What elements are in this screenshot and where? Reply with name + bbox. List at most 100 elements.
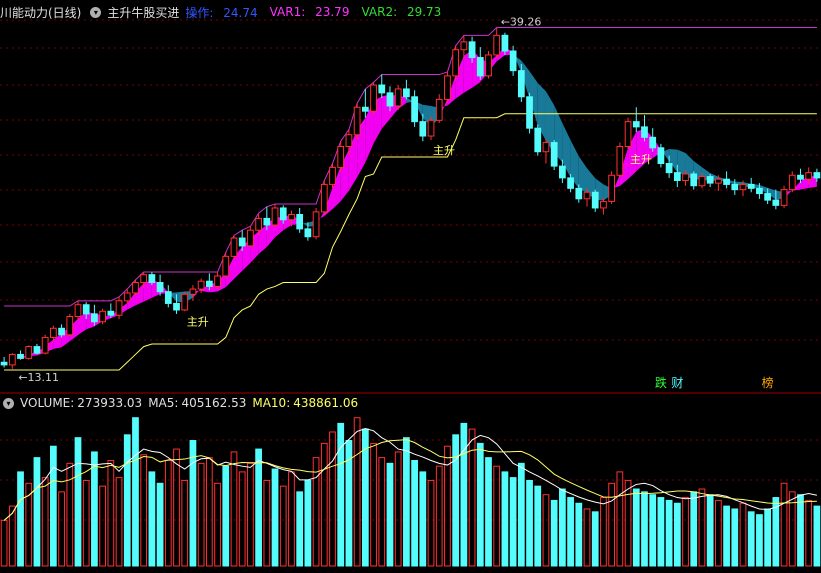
candle-body: [107, 310, 115, 316]
volume-bar: [304, 479, 312, 567]
candle-body: [682, 173, 689, 181]
volume-bar: [394, 451, 402, 567]
candle-body: [542, 142, 550, 153]
volume-bar: [427, 479, 435, 567]
candle-body: [394, 88, 402, 107]
candle-body: [649, 136, 657, 149]
candle-body: [805, 172, 813, 180]
volume-bar: [247, 462, 254, 567]
volume-bar: [140, 454, 148, 567]
volume-bar: [805, 499, 813, 567]
candle-body: [764, 193, 772, 201]
low-price-label: ←13.11: [18, 371, 59, 384]
volume-bar: [263, 479, 271, 567]
volume-bar: [58, 491, 65, 567]
candle-body: [460, 41, 468, 51]
candle-body: [337, 145, 345, 168]
candle-body: [255, 217, 262, 231]
candle-body: [205, 280, 213, 287]
volume-bar: [255, 448, 262, 567]
signal-label: 主升: [187, 315, 209, 328]
candle-body: [657, 147, 665, 164]
volume-bar: [550, 499, 558, 567]
trend-band: [4, 47, 817, 365]
volume-bar: [33, 457, 41, 567]
candle-body: [386, 92, 394, 107]
volume-bar: [731, 508, 739, 567]
candle-body: [575, 187, 583, 200]
volume-bar: [616, 471, 624, 567]
volume-bar: [485, 457, 492, 567]
volume-bar: [288, 471, 295, 567]
candle-body: [608, 174, 616, 202]
signal-label: 主升: [630, 153, 652, 166]
candle-body: [403, 88, 410, 98]
candle-body: [33, 346, 41, 354]
candle-body: [772, 199, 780, 206]
bottom-marker: 财: [671, 376, 683, 390]
candle-body: [378, 84, 386, 94]
candle-body: [320, 183, 328, 213]
candle-body: [813, 172, 821, 179]
volume-bar: [164, 459, 172, 567]
candle-body: [66, 316, 74, 336]
candle-body: [715, 178, 722, 184]
grid-lines: [0, 19, 821, 521]
candle-body: [517, 70, 525, 98]
candle-body: [780, 189, 788, 206]
candle-body: [567, 177, 574, 189]
volume-bar: [91, 451, 98, 567]
volume-bar: [0, 519, 8, 567]
volume-bar: [411, 459, 418, 567]
volume-bar: [690, 491, 698, 567]
volume-bar: [780, 482, 788, 567]
candle-body: [214, 275, 221, 287]
candlesticks: [0, 27, 821, 369]
candle-body: [25, 346, 33, 359]
volume-bar: [698, 488, 706, 567]
volume-bar: [460, 422, 468, 567]
candle-body: [41, 336, 49, 354]
candle-body: [485, 54, 492, 77]
candle-body: [444, 75, 451, 100]
candle-body: [345, 134, 353, 147]
candle-body: [189, 288, 197, 295]
candle-body: [99, 310, 106, 323]
volume-bar: [329, 431, 336, 567]
candle-body: [173, 302, 180, 311]
volume-bar: [813, 505, 821, 567]
candle-body: [583, 191, 591, 200]
volume-bar: [173, 448, 180, 567]
volume-bar: [649, 494, 657, 567]
candle-body: [600, 200, 607, 209]
candle-body: [534, 127, 542, 153]
volume-bar: [82, 479, 90, 567]
volume-bar: [403, 437, 410, 567]
volume-bar: [320, 442, 328, 567]
support-line: [4, 113, 817, 371]
candle-body: [665, 162, 673, 174]
candle-body: [8, 353, 16, 366]
stock-chart[interactable]: ←39.26←13.11主升主升主升跌财榜: [0, 0, 821, 573]
candle-body: [706, 176, 714, 184]
candle-body: [756, 187, 763, 195]
volume-bar: [296, 491, 304, 567]
candle-body: [723, 178, 730, 185]
candle-body: [49, 327, 57, 338]
volume-bar: [189, 440, 197, 567]
volume-bar: [583, 508, 591, 567]
candle-body: [353, 106, 361, 136]
candle-body: [279, 207, 287, 221]
signal-label: 主升: [433, 144, 455, 157]
volume-bar: [747, 511, 755, 567]
candle-body: [304, 228, 312, 238]
volume-bar: [542, 494, 550, 567]
volume-bar: [673, 502, 681, 567]
candle-body: [435, 98, 443, 121]
candle-body: [17, 353, 24, 359]
volume-bar: [739, 502, 747, 567]
volume-bar: [222, 465, 230, 567]
volume-bar: [148, 471, 156, 567]
candle-body: [58, 327, 65, 336]
volume-bar: [452, 434, 460, 567]
